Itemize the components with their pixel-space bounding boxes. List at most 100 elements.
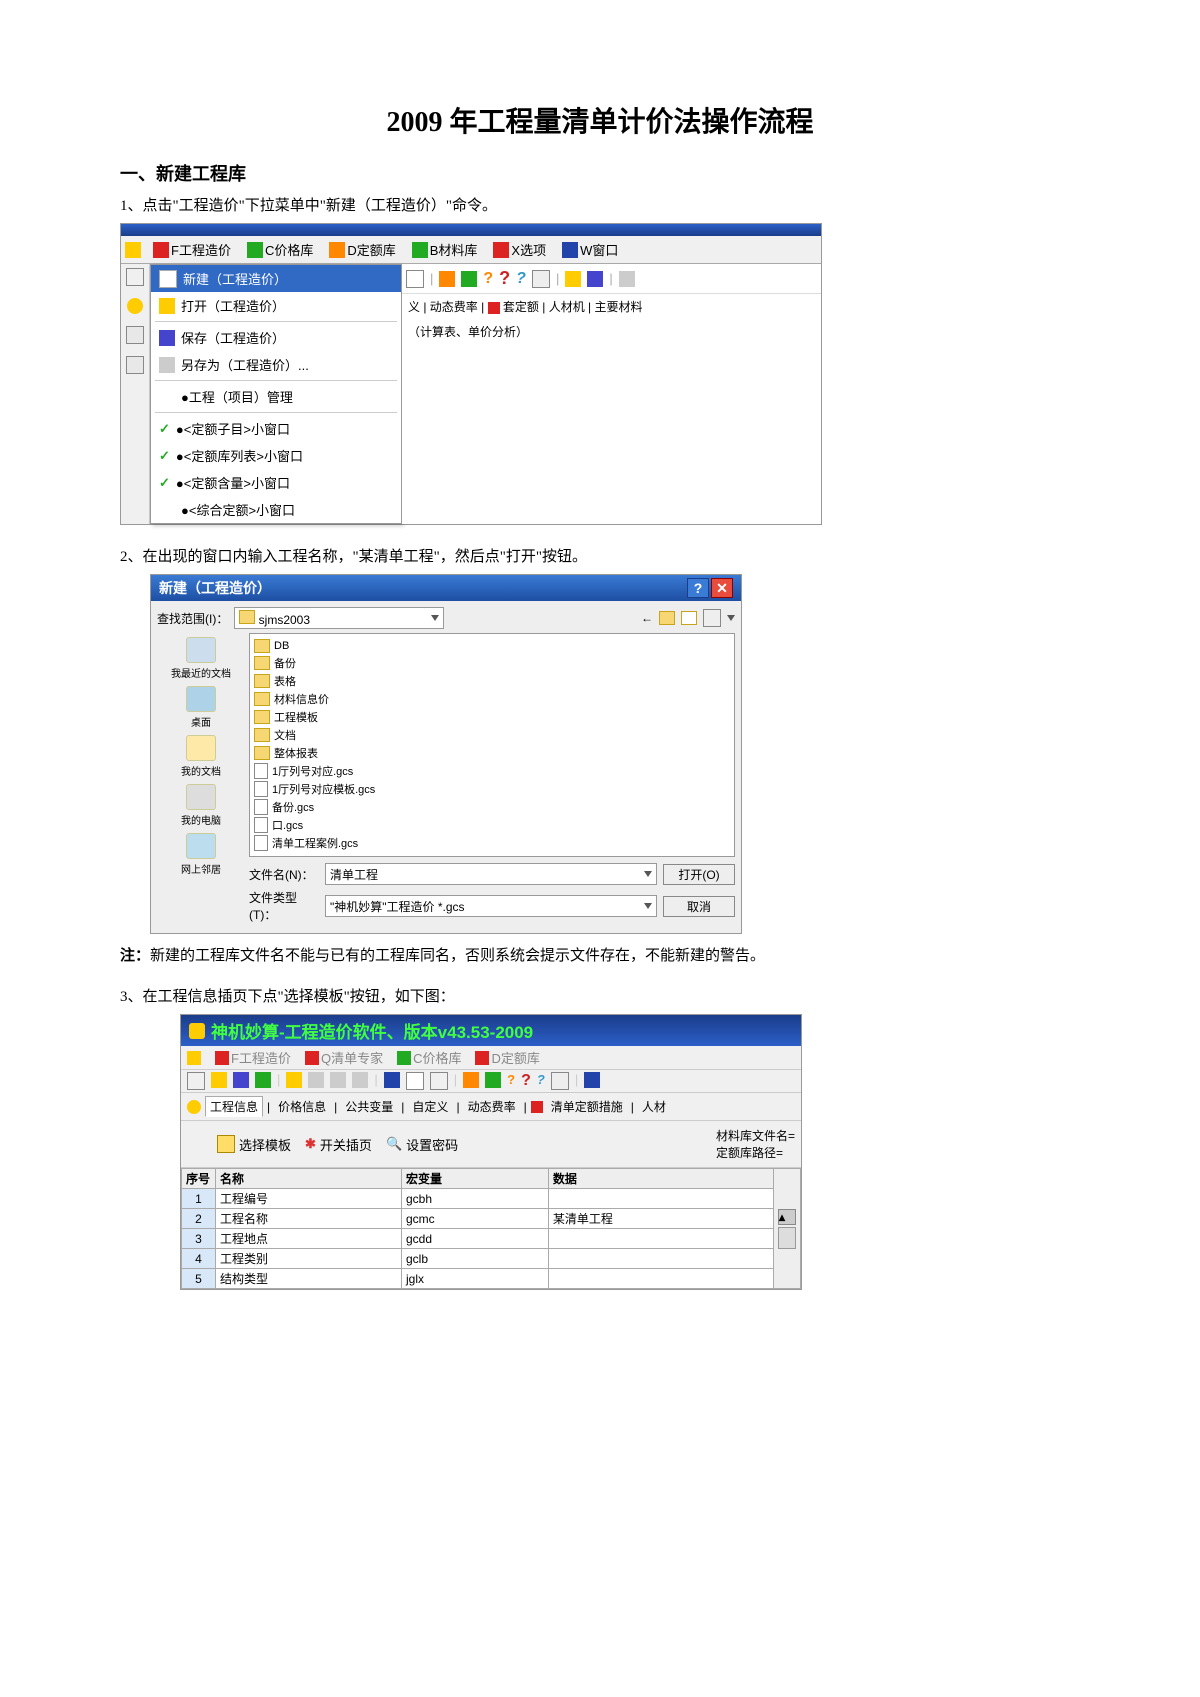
list-item[interactable]: 1厅列号对应模板.gcs <box>254 780 730 798</box>
set-password-button[interactable]: 🔍 设置密码 <box>386 1127 458 1161</box>
list-item[interactable]: 整体报表 <box>254 744 730 762</box>
filename-label: 文件名(N)： <box>249 866 319 883</box>
tabs-text[interactable]: 套定额 | 人材机 | 主要材料 <box>503 300 643 314</box>
open-button[interactable]: 打开(O) <box>663 864 735 885</box>
menu-f[interactable]: F工程造价 <box>149 239 235 260</box>
tool-icon[interactable] <box>126 356 144 374</box>
select-template-button[interactable]: 选择模板 <box>217 1127 291 1161</box>
table-row[interactable]: 1工程编号gcbh <box>182 1189 801 1209</box>
view-icon[interactable] <box>703 609 721 627</box>
menu-w[interactable]: W窗口 <box>558 239 622 260</box>
menu-sub1[interactable]: ✓ ●<定额子目>小窗口 <box>151 415 401 442</box>
menu-project[interactable]: ●工程（项目）管理 <box>151 383 401 410</box>
tb-icon[interactable] <box>286 1072 302 1088</box>
help-icon[interactable]: ? <box>521 1072 531 1090</box>
list-item[interactable]: 清单工程案例.gcs <box>254 834 730 852</box>
scrollbar[interactable]: ▴ <box>774 1169 801 1289</box>
help-icon[interactable]: ? <box>537 1072 545 1090</box>
filename-input[interactable]: 清单工程 <box>325 863 657 885</box>
list-item[interactable]: 文档 <box>254 726 730 744</box>
toolbar-icon[interactable] <box>461 271 477 287</box>
tb-icon[interactable] <box>463 1072 479 1088</box>
tab-dynamicrate[interactable]: 动态费率 <box>464 1097 520 1116</box>
toolbar-icon[interactable] <box>532 270 550 288</box>
menu-sub2[interactable]: ✓ ●<定额库列表>小窗口 <box>151 442 401 469</box>
toolbar-icon[interactable] <box>439 271 455 287</box>
table-row[interactable]: 3工程地点gcdd <box>182 1229 801 1249</box>
tabs-text[interactable]: 义 | 动态费率 | <box>408 300 488 314</box>
places-desktop[interactable]: 桌面 <box>186 686 216 729</box>
menu-c[interactable]: C价格库 <box>397 1048 461 1067</box>
tool-icon[interactable] <box>126 326 144 344</box>
help-icon[interactable]: ? <box>499 268 510 289</box>
list-item[interactable]: 备份 <box>254 654 730 672</box>
menu-new[interactable]: 新建（工程造价） <box>151 265 401 292</box>
table-row[interactable]: 4工程类别gclb <box>182 1249 801 1269</box>
menu-q[interactable]: Q清单专家 <box>305 1048 383 1067</box>
toolbar-icon[interactable] <box>587 271 603 287</box>
places-recent[interactable]: 我最近的文档 <box>171 637 231 680</box>
tb-icon[interactable] <box>211 1072 227 1088</box>
lookin-combo[interactable]: sjms2003 <box>234 607 444 629</box>
tb-icon[interactable] <box>187 1072 205 1090</box>
filetype-combo[interactable]: "神机妙算"工程造价 *.gcs <box>325 895 657 917</box>
tb-icon[interactable] <box>255 1072 271 1088</box>
help-button[interactable]: ? <box>687 578 709 598</box>
file-list[interactable]: DB 备份 表格 材料信息价 工程模板 文档 整体报表 1厅列号对应.gcs 1… <box>249 633 735 857</box>
menu-d[interactable]: D定额库 <box>475 1048 539 1067</box>
tab-priceinfo[interactable]: 价格信息 <box>274 1097 330 1116</box>
cancel-button[interactable]: 取消 <box>663 896 735 917</box>
tab-publicvar[interactable]: 公共变量 <box>341 1097 397 1116</box>
table-row[interactable]: 5结构类型jglx <box>182 1269 801 1289</box>
menu-open[interactable]: 打开（工程造价） <box>151 292 401 319</box>
tb-icon[interactable] <box>352 1072 368 1088</box>
menu-saveas[interactable]: 另存为（工程造价）... <box>151 351 401 378</box>
toolbar-icon[interactable] <box>406 270 424 288</box>
help-icon[interactable]: ? <box>483 270 493 288</box>
menu-b[interactable]: B材料库 <box>408 239 482 260</box>
list-item[interactable]: 备份.gcs <box>254 798 730 816</box>
tab-listmeasure[interactable]: 清单定额措施 <box>547 1097 627 1116</box>
nav-back-icon[interactable]: ← <box>641 611 653 625</box>
tool-icon[interactable] <box>126 268 144 286</box>
tb-icon[interactable] <box>485 1072 501 1088</box>
list-item[interactable]: DB <box>254 638 730 654</box>
menu-f[interactable]: F工程造价 <box>215 1048 291 1067</box>
tab-custom[interactable]: 自定义 <box>408 1097 452 1116</box>
help-icon[interactable]: ? <box>507 1072 515 1090</box>
tb-icon[interactable] <box>233 1072 249 1088</box>
list-item[interactable]: 1厅列号对应.gcs <box>254 762 730 780</box>
toolbar-icon[interactable] <box>619 271 635 287</box>
dropdown-arrow-icon[interactable] <box>727 615 735 621</box>
menu-c[interactable]: C价格库 <box>243 239 317 260</box>
tab-material[interactable]: 人材 <box>638 1097 670 1116</box>
menu-save[interactable]: 保存（工程造价） <box>151 324 401 351</box>
list-item[interactable]: 口.gcs <box>254 816 730 834</box>
smiley-icon[interactable] <box>127 298 143 314</box>
places-mydocs[interactable]: 我的文档 <box>181 735 221 778</box>
toolbar-icon[interactable] <box>565 271 581 287</box>
nav-newfolder-icon[interactable] <box>681 611 697 625</box>
help-icon[interactable]: ? <box>516 270 526 288</box>
switch-page-button[interactable]: ✱ 开关插页 <box>305 1127 372 1161</box>
tb-icon[interactable] <box>330 1072 346 1088</box>
list-item[interactable]: 工程模板 <box>254 708 730 726</box>
list-item[interactable]: 材料信息价 <box>254 690 730 708</box>
tb-icon[interactable] <box>384 1072 400 1088</box>
menu-d[interactable]: D定额库 <box>325 239 399 260</box>
menu-x[interactable]: X选项 <box>489 239 550 260</box>
list-item[interactable]: 表格 <box>254 672 730 690</box>
close-button[interactable]: ✕ <box>711 578 733 598</box>
menu-sub4[interactable]: ●<综合定额>小窗口 <box>151 496 401 523</box>
places-network[interactable]: 网上邻居 <box>181 833 221 876</box>
tb-icon[interactable] <box>308 1072 324 1088</box>
tb-icon[interactable] <box>430 1072 448 1090</box>
tb-icon[interactable] <box>551 1072 569 1090</box>
tab-projectinfo[interactable]: 工程信息 <box>205 1096 263 1117</box>
nav-up-icon[interactable] <box>659 611 675 625</box>
tb-icon[interactable] <box>584 1072 600 1088</box>
table-row[interactable]: 2工程名称gcmc某清单工程 <box>182 1209 801 1229</box>
places-mycomp[interactable]: 我的电脑 <box>181 784 221 827</box>
tb-icon[interactable] <box>406 1072 424 1090</box>
menu-sub3[interactable]: ✓ ●<定额含量>小窗口 <box>151 469 401 496</box>
